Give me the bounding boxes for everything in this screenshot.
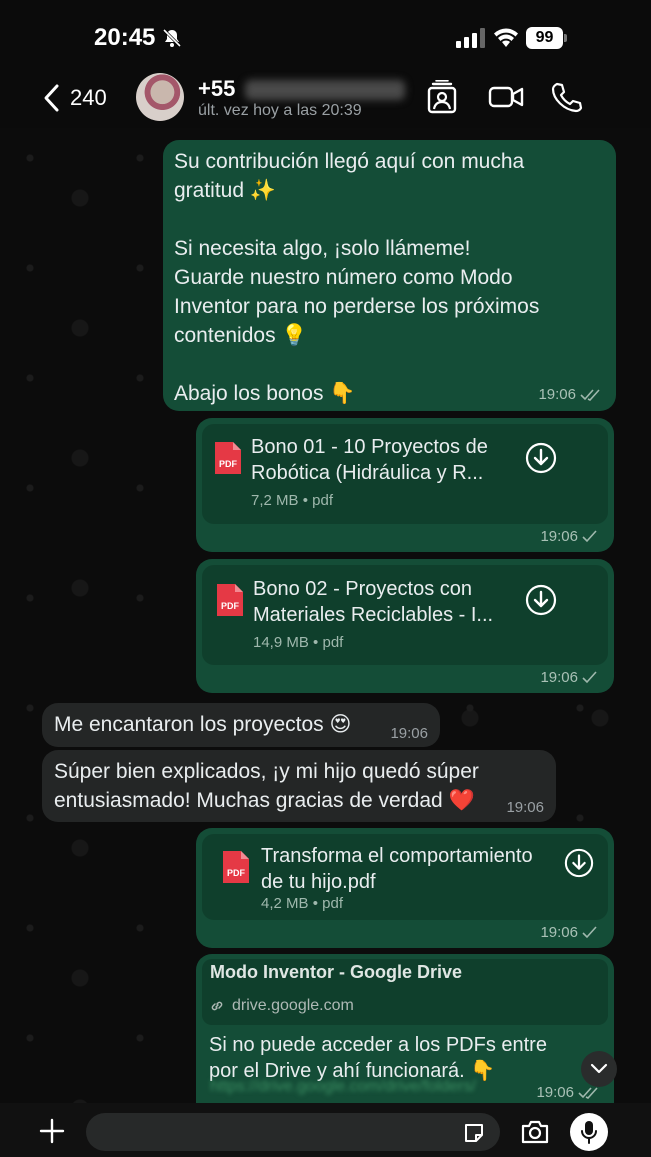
message-meta: 19:06 bbox=[540, 924, 598, 941]
message-meta: 19:06 bbox=[536, 1084, 600, 1101]
check-icon bbox=[582, 925, 597, 938]
chevron-down-icon bbox=[590, 1063, 608, 1074]
document-size: 4,2 MB bbox=[261, 895, 309, 912]
double-check-icon bbox=[580, 388, 600, 401]
message-time: 19:06 bbox=[540, 924, 578, 941]
outgoing-link-message[interactable]: Modo Inventor - Google Drive drive.googl… bbox=[196, 954, 614, 1103]
contact-number-redacted bbox=[245, 80, 405, 100]
pdf-badge-text: PDF bbox=[227, 868, 246, 878]
contact-card-icon[interactable] bbox=[424, 80, 460, 114]
pdf-icon: PDF bbox=[221, 849, 251, 885]
link-domain: drive.google.com bbox=[232, 997, 354, 1014]
mic-icon bbox=[581, 1121, 597, 1144]
document-card[interactable]: PDF Transforma el comportamiento de tu h… bbox=[202, 834, 608, 920]
sticker-icon[interactable] bbox=[462, 1121, 486, 1145]
status-time: 20:45 bbox=[94, 24, 156, 51]
link-icon bbox=[211, 1001, 223, 1011]
video-call-icon[interactable] bbox=[488, 80, 524, 114]
download-icon[interactable] bbox=[564, 848, 594, 878]
download-icon[interactable] bbox=[525, 584, 557, 616]
battery-level: 99 bbox=[526, 27, 563, 49]
message-meta: 19:06 bbox=[540, 528, 598, 545]
message-time: 19:06 bbox=[540, 528, 578, 545]
message-meta: 19:06 bbox=[540, 669, 598, 686]
signal-icon bbox=[456, 28, 485, 48]
incoming-message[interactable]: Súper bien explicados, ¡y mi hijo quedó … bbox=[42, 750, 556, 822]
separator: • bbox=[312, 895, 318, 912]
pdf-icon: PDF bbox=[215, 582, 245, 618]
outgoing-document-message[interactable]: PDF Bono 02 - Proyectos con Materiales R… bbox=[196, 559, 614, 693]
message-text: Súper bien explicados, ¡y mi hijo quedó … bbox=[54, 760, 479, 812]
document-info: 4,2 MB • pdf bbox=[261, 895, 343, 912]
message-time: 19:06 bbox=[506, 799, 544, 816]
document-info: 14,9 MB • pdf bbox=[253, 634, 343, 651]
outgoing-document-message[interactable]: PDF Transforma el comportamiento de tu h… bbox=[196, 828, 614, 948]
message-time: 19:06 bbox=[536, 1084, 574, 1101]
status-bar: 20:45 99 bbox=[0, 0, 651, 70]
voice-record-button[interactable] bbox=[570, 1113, 608, 1151]
pdf-badge-text: PDF bbox=[219, 459, 238, 469]
message-time: 19:06 bbox=[540, 669, 578, 686]
document-type: pdf bbox=[322, 895, 343, 912]
link-title: Modo Inventor - Google Drive bbox=[210, 962, 463, 982]
separator: • bbox=[302, 492, 308, 509]
battery-tip bbox=[564, 34, 567, 42]
double-check-icon bbox=[578, 1086, 598, 1099]
message-meta: 19:06 bbox=[506, 799, 544, 816]
link-domain-row: drive.google.com bbox=[210, 997, 354, 1015]
bell-off-icon bbox=[162, 28, 182, 48]
incoming-message[interactable]: Me encantaron los proyectos 😍 19:06 bbox=[42, 703, 440, 747]
separator: • bbox=[313, 634, 319, 651]
document-title: Bono 02 - Proyectos con Materiales Recic… bbox=[253, 578, 494, 626]
battery-indicator: 99 bbox=[526, 27, 568, 49]
message-meta: 19:06 bbox=[538, 386, 602, 403]
document-type: pdf bbox=[322, 634, 344, 651]
phone-icon[interactable] bbox=[548, 80, 584, 114]
document-info: 7,2 MB • pdf bbox=[251, 492, 333, 509]
link-url[interactable]: https://drive.google.com/drive/folders/ bbox=[210, 1078, 476, 1096]
outgoing-document-message[interactable]: PDF Bono 01 - 10 Proyectos de Robótica (… bbox=[196, 418, 614, 552]
document-card[interactable]: PDF Bono 01 - 10 Proyectos de Robótica (… bbox=[202, 424, 608, 524]
document-size: 14,9 MB bbox=[253, 634, 309, 651]
unread-count: 240 bbox=[70, 85, 107, 110]
back-chevron-icon bbox=[44, 84, 59, 112]
avatar[interactable] bbox=[136, 73, 184, 121]
message-composer bbox=[0, 1103, 651, 1157]
link-preview[interactable]: Modo Inventor - Google Drive drive.googl… bbox=[202, 959, 608, 1025]
download-icon[interactable] bbox=[525, 442, 557, 474]
outgoing-message[interactable]: Su contribución llegó aquí con mucha gra… bbox=[163, 140, 616, 411]
document-card[interactable]: PDF Bono 02 - Proyectos con Materiales R… bbox=[202, 565, 608, 665]
document-title: Bono 01 - 10 Proyectos de Robótica (Hidr… bbox=[251, 436, 488, 484]
pdf-badge-text: PDF bbox=[221, 601, 240, 611]
message-time: 19:06 bbox=[390, 725, 428, 742]
wifi-icon bbox=[494, 28, 518, 47]
document-title: Transforma el comportamiento de tu hijo.… bbox=[261, 845, 533, 893]
scroll-to-bottom-button[interactable] bbox=[581, 1051, 617, 1087]
message-input[interactable] bbox=[86, 1113, 500, 1151]
message-time: 19:06 bbox=[538, 386, 576, 403]
document-size: 7,2 MB bbox=[251, 492, 299, 509]
message-meta: 19:06 bbox=[390, 725, 428, 742]
contact-status: últ. vez hoy a las 20:39 bbox=[198, 102, 362, 119]
message-text: Si no puede acceder a los PDFs entre por… bbox=[209, 1034, 547, 1082]
camera-icon[interactable] bbox=[520, 1118, 550, 1146]
contact-name[interactable]: +55 bbox=[198, 76, 235, 102]
back-button[interactable]: 240 bbox=[42, 78, 107, 118]
message-text: Su contribución llegó aquí con mucha gra… bbox=[174, 150, 540, 405]
chat-area[interactable]: Su contribución llegó aquí con mucha gra… bbox=[0, 128, 651, 1103]
chat-header: 240 +55 últ. vez hoy a las 20:39 bbox=[0, 70, 651, 128]
pdf-icon: PDF bbox=[213, 440, 243, 476]
check-icon bbox=[582, 670, 597, 683]
message-text: Me encantaron los proyectos 😍 bbox=[54, 713, 352, 736]
plus-icon[interactable] bbox=[38, 1117, 66, 1145]
check-icon bbox=[582, 529, 597, 542]
document-type: pdf bbox=[312, 492, 333, 509]
